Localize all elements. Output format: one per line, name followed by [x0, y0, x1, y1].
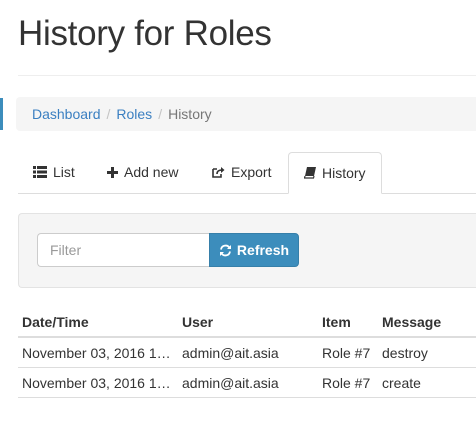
- tab-export[interactable]: Export: [197, 152, 286, 192]
- title-divider: [18, 75, 476, 76]
- tab-list[interactable]: List: [18, 152, 90, 192]
- tab-label: History: [322, 165, 366, 181]
- column-header-user[interactable]: User: [178, 307, 318, 338]
- history-table: Date/Time User Item Message November 03,…: [18, 307, 476, 398]
- column-header-datetime[interactable]: Date/Time: [18, 307, 178, 338]
- page-title: History for Roles: [18, 14, 272, 53]
- breadcrumb-current: History: [168, 106, 212, 122]
- plus-icon: [107, 166, 118, 178]
- breadcrumb-separator: /: [106, 106, 111, 122]
- cell-user: admin@ait.asia: [178, 367, 318, 398]
- refresh-button[interactable]: Refresh: [209, 233, 299, 267]
- breadcrumb-link-dashboard[interactable]: Dashboard: [32, 106, 101, 122]
- breadcrumb-separator: /: [158, 106, 163, 122]
- export-icon: [212, 166, 225, 178]
- table-row[interactable]: November 03, 2016 1… admin@ait.asia Role…: [18, 367, 476, 398]
- tab-history[interactable]: History: [288, 152, 382, 194]
- tab-label: Export: [231, 164, 272, 180]
- table-row[interactable]: November 03, 2016 1… admin@ait.asia Role…: [18, 337, 476, 368]
- book-icon: [304, 167, 316, 179]
- filter-panel: Refresh: [18, 213, 476, 288]
- cell-item: Role #7: [318, 337, 378, 368]
- column-header-item[interactable]: Item: [318, 307, 378, 338]
- datetime-text: November 03, 2016 1…: [22, 374, 171, 391]
- cell-user: admin@ait.asia: [178, 337, 318, 368]
- refresh-label: Refresh: [236, 242, 290, 258]
- refresh-icon: [219, 244, 232, 257]
- cell-item: Role #7: [318, 367, 378, 398]
- breadcrumb: Dashboard / Roles / History: [16, 97, 476, 131]
- sidebar-accent-bar: [0, 98, 3, 130]
- breadcrumb-link-roles[interactable]: Roles: [116, 106, 152, 122]
- cell-message: destroy: [378, 337, 476, 368]
- cell-message: create: [378, 367, 476, 398]
- tab-label: Add new: [124, 164, 179, 180]
- list-icon: [33, 166, 47, 178]
- column-header-message[interactable]: Message: [378, 307, 476, 338]
- datetime-text: November 03, 2016 1…: [22, 344, 171, 361]
- cell-datetime: November 03, 2016 1…: [18, 337, 178, 368]
- tab-label: List: [53, 164, 75, 180]
- table-header-row: Date/Time User Item Message: [18, 307, 476, 338]
- filter-input[interactable]: [37, 233, 209, 267]
- cell-datetime: November 03, 2016 1…: [18, 367, 178, 398]
- tab-add-new[interactable]: Add new: [92, 152, 193, 192]
- action-tabs: List Add new Export History: [18, 152, 476, 194]
